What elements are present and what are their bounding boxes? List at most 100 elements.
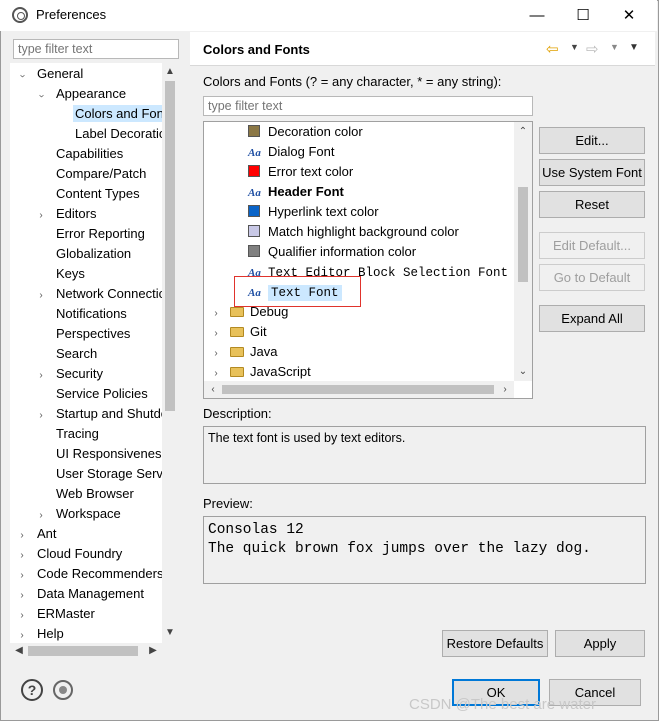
scroll-up-icon[interactable]: ⌃ [516,125,530,139]
tree-item[interactable]: Service Policies [12,384,162,404]
tree-vertical-scrollbar[interactable]: ▲ ▼ [162,63,178,643]
minimize-button[interactable]: — [514,0,560,31]
collapsed-chevron-icon[interactable]: › [210,364,222,382]
color-font-row[interactable]: Hyperlink text color [204,202,514,222]
tree-item[interactable]: Web Browser [12,484,162,504]
scroll-up-icon[interactable]: ▲ [163,65,177,79]
tree-item[interactable]: Error Reporting [12,224,162,244]
folder-icon [230,307,244,317]
color-font-row[interactable]: Decoration color [204,122,514,142]
view-menu-icon[interactable]: ▼ [629,42,639,53]
tree-item[interactable]: › Security [12,364,162,384]
collapsed-chevron-icon[interactable]: › [35,506,47,526]
tree-item[interactable]: Colors and Fonts [12,104,162,124]
go-to-default-button[interactable]: Go to Default [539,264,645,291]
color-font-row[interactable]: Qualifier information color [204,242,514,262]
preference-tree-rows: › General › Appearance Colors and Fonts Label… [12,64,162,644]
colors-filter-input[interactable] [203,96,533,116]
scroll-right-icon[interactable]: › [498,383,512,397]
edit-default-button[interactable]: Edit Default... [539,232,645,259]
tree-item[interactable]: Keys [12,264,162,284]
tree-item[interactable]: › Ant [12,524,162,544]
collapsed-chevron-icon[interactable]: › [210,304,222,324]
collapsed-chevron-icon[interactable]: › [35,366,47,386]
forward-arrow-icon[interactable]: ⇨ [586,40,599,58]
tree-item[interactable]: › Editors [12,204,162,224]
left-filter-input[interactable] [13,39,179,59]
expanded-chevron-icon[interactable]: › [12,70,32,82]
tree-item[interactable]: › General [12,64,162,84]
collapsed-chevron-icon[interactable]: › [16,626,28,644]
tree-item[interactable]: › Help [12,624,162,644]
collapsed-chevron-icon[interactable]: › [16,526,28,546]
collapsed-chevron-icon[interactable]: › [35,406,47,426]
colors-vertical-scrollbar[interactable]: ⌃ ⌄ [514,122,532,381]
tree-item[interactable]: › Startup and Shutdown [12,404,162,424]
color-font-row[interactable]: Aa Dialog Font [204,142,514,162]
color-font-row[interactable]: Aa Header Font [204,182,514,202]
back-dropdown-icon[interactable]: ▼ [570,42,579,52]
reset-button[interactable]: Reset [539,191,645,218]
tree-item[interactable]: › Data Management [12,584,162,604]
scroll-down-icon[interactable]: ▼ [163,626,177,640]
apply-button[interactable]: Apply [555,630,645,657]
tree-horizontal-scrollbar[interactable]: ◀ ▶ [10,643,162,659]
edit-button[interactable]: Edit... [539,127,645,154]
tree-item[interactable]: › ERMaster [12,604,162,624]
expand-all-button[interactable]: Expand All [539,305,645,332]
category-row[interactable]: › Java [204,342,514,362]
colors-hscroll-thumb[interactable] [222,385,494,394]
help-icon[interactable]: ? [21,679,43,701]
tree-item[interactable]: Search [12,344,162,364]
category-row[interactable]: › JavaScript [204,362,514,382]
collapsed-chevron-icon[interactable]: › [35,286,47,306]
back-arrow-icon[interactable]: ⇦ [546,40,559,58]
record-preferences-icon[interactable] [53,680,73,700]
collapsed-chevron-icon[interactable]: › [16,546,28,566]
tree-item[interactable]: › Cloud Foundry [12,544,162,564]
tree-item[interactable]: Notifications [12,304,162,324]
tree-hscroll-thumb[interactable] [28,646,138,656]
color-font-row[interactable]: Match highlight background color [204,222,514,242]
tree-item[interactable]: › Network Connections [12,284,162,304]
tree-item[interactable]: Content Types [12,184,162,204]
collapsed-chevron-icon[interactable]: › [16,566,28,586]
tree-item[interactable]: Label Decorations [12,124,162,144]
tree-item[interactable]: › Code Recommenders [12,564,162,584]
use-system-font-button[interactable]: Use System Font [539,159,645,186]
maximize-button[interactable]: ☐ [560,0,606,31]
collapsed-chevron-icon[interactable]: › [16,586,28,606]
collapsed-chevron-icon[interactable]: › [35,206,47,226]
tree-item[interactable]: Tracing [12,424,162,444]
tree-item[interactable]: Compare/Patch [12,164,162,184]
tree-item-label: Help [37,626,64,641]
scroll-left-icon[interactable]: ‹ [206,383,220,397]
tree-item[interactable]: Globalization [12,244,162,264]
description-text: The text font is used by text editors. [208,431,406,445]
tree-item[interactable]: User Storage Service [12,464,162,484]
color-font-row[interactable]: Error text color [204,162,514,182]
scroll-down-icon[interactable]: ⌄ [516,365,530,379]
collapsed-chevron-icon[interactable]: › [16,606,28,626]
tree-item-label: Search [56,346,98,361]
colors-horizontal-scrollbar[interactable]: ‹ › [204,381,514,398]
tree-item[interactable]: UI Responsiveness Monitoring [12,444,162,464]
collapsed-chevron-icon[interactable]: › [210,324,222,344]
scroll-right-icon[interactable]: ▶ [146,644,160,658]
restore-defaults-button[interactable]: Restore Defaults [442,630,548,657]
close-button[interactable]: ✕ [606,0,652,31]
row-label: Decoration color [268,124,363,139]
expanded-chevron-icon[interactable]: › [31,90,51,102]
row-label: Git [250,324,267,339]
tree-item[interactable]: › Appearance [12,84,162,104]
tree-scroll-thumb[interactable] [165,81,175,411]
collapsed-chevron-icon[interactable]: › [210,344,222,364]
tree-item[interactable]: › Workspace [12,504,162,524]
tree-item[interactable]: Capabilities [12,144,162,164]
category-row[interactable]: › Git [204,322,514,342]
scroll-left-icon[interactable]: ◀ [12,644,26,658]
forward-dropdown-icon[interactable]: ▼ [610,42,619,52]
tree-item-label: General [37,66,84,81]
colors-scroll-thumb[interactable] [518,187,528,282]
tree-item[interactable]: Perspectives [12,324,162,344]
